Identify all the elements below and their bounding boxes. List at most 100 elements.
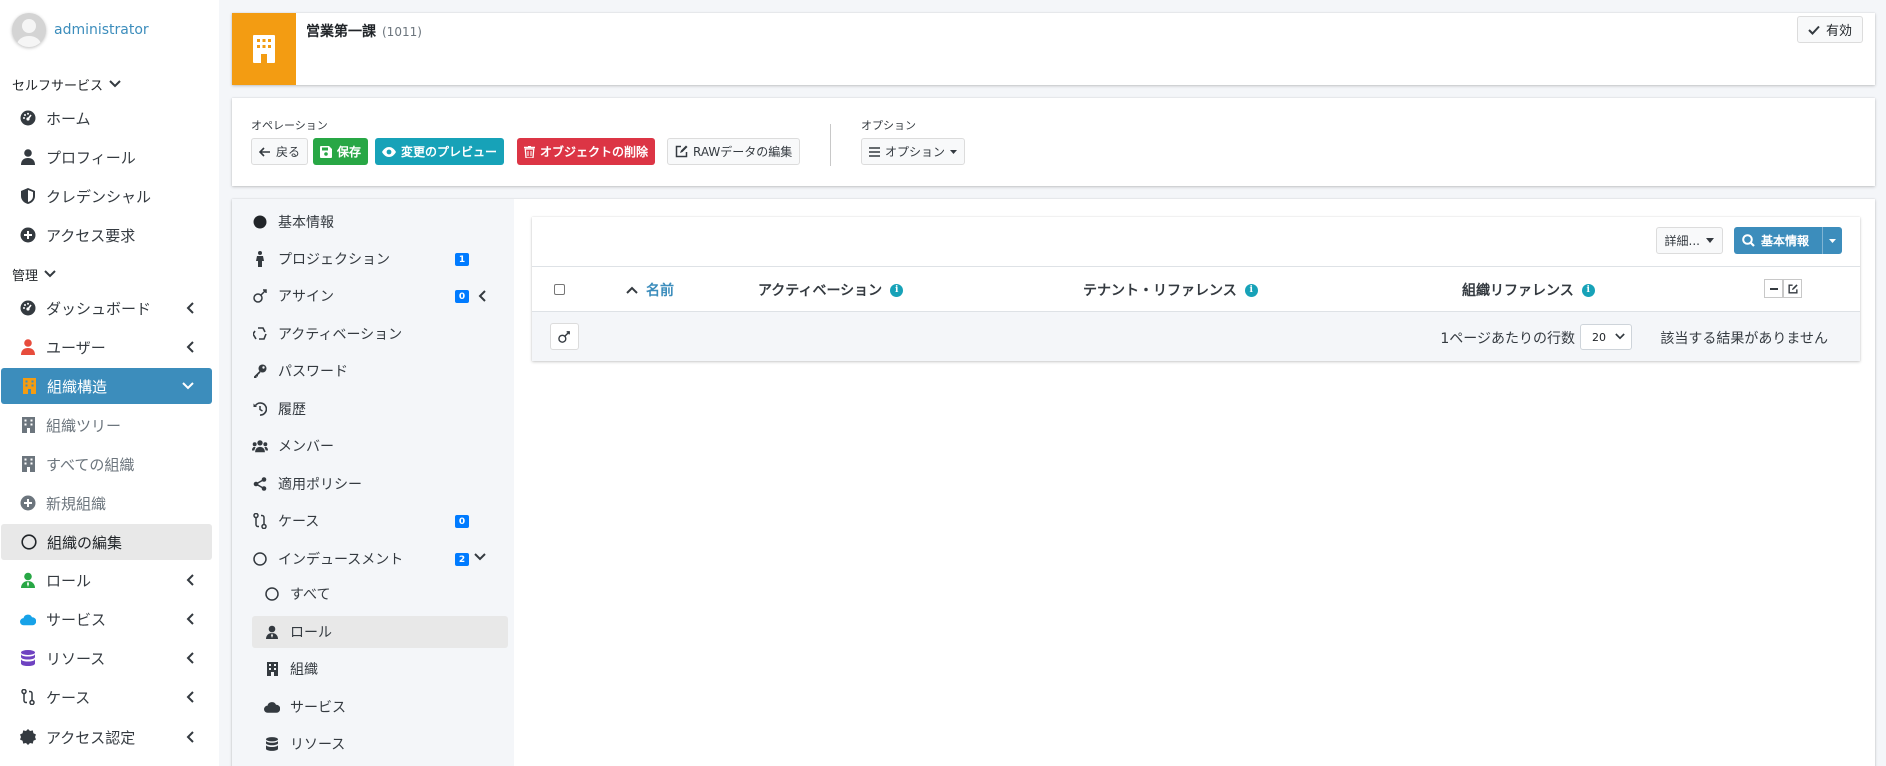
info-icon[interactable]: i bbox=[890, 283, 904, 297]
sidebar-item-all-orgs[interactable]: すべての組織 bbox=[0, 446, 212, 482]
table-footer: 1ページあたりの行数 20 該当する結果がありません bbox=[532, 312, 1860, 361]
plus-circle-icon bbox=[20, 495, 36, 511]
delete-object-button[interactable]: オブジェクトの削除 bbox=[517, 138, 656, 165]
users-icon bbox=[252, 438, 268, 454]
rows-per-page-value: 20 bbox=[1592, 330, 1606, 344]
back-button[interactable]: 戻る bbox=[251, 138, 309, 165]
column-header-label: テナント・リファレンス bbox=[1083, 283, 1237, 299]
sidebar-item-cases[interactable]: ケース bbox=[0, 679, 212, 715]
route-icon bbox=[252, 513, 268, 529]
sidebar-item-dashboard[interactable]: ダッシュボード bbox=[0, 290, 212, 326]
tab-projection[interactable]: プロジェクション 1 bbox=[252, 243, 492, 275]
sidebar-item-roles[interactable]: ロール bbox=[0, 562, 212, 598]
tab-applied-policies[interactable]: 適用ポリシー bbox=[252, 468, 492, 500]
search-icon bbox=[1742, 234, 1755, 247]
chevron-left-icon bbox=[186, 574, 194, 586]
assign-button[interactable] bbox=[550, 323, 579, 350]
save-button[interactable]: 保存 bbox=[313, 138, 369, 165]
sidebar-item-access-certification[interactable]: アクセス認定 bbox=[0, 719, 212, 755]
edit-raw-button[interactable]: RAWデータの編集 bbox=[667, 138, 801, 165]
delete-label: オブジェクトの削除 bbox=[540, 145, 649, 159]
caret-down-icon bbox=[1706, 238, 1714, 243]
column-org-reference[interactable]: 組織リファレンス i bbox=[1462, 280, 1595, 300]
preview-label: 変更のプレビュー bbox=[401, 145, 498, 159]
nav-header-selfservice[interactable]: セルフサービス bbox=[12, 74, 121, 94]
subtab-all[interactable]: すべて bbox=[264, 578, 492, 610]
header-actions bbox=[1764, 279, 1802, 298]
nav-header-admin[interactable]: 管理 bbox=[12, 264, 56, 284]
tab-label: 組織 bbox=[290, 662, 318, 678]
search-options-toggle[interactable] bbox=[1822, 227, 1842, 254]
circle-icon bbox=[264, 586, 280, 602]
sidebar-item-new-org[interactable]: 新規組織 bbox=[0, 485, 212, 521]
sidebar-item-profile[interactable]: プロフィール bbox=[0, 139, 212, 175]
tab-cases[interactable]: ケース 0 bbox=[252, 505, 492, 537]
user-plus-icon bbox=[252, 288, 268, 304]
select-all-checkbox[interactable] bbox=[554, 284, 565, 295]
detail-dropdown-button[interactable]: 詳細... bbox=[1655, 227, 1723, 254]
dashboard-gauge-icon bbox=[20, 300, 36, 316]
count-badge: 0 bbox=[455, 515, 469, 528]
tab-members[interactable]: メンバー bbox=[252, 430, 492, 462]
sidebar-item-resources[interactable]: リソース bbox=[0, 640, 212, 676]
subtab-roles[interactable]: ロール bbox=[252, 616, 508, 648]
no-results-text: 該当する結果がありません bbox=[1660, 331, 1828, 347]
circle-icon bbox=[252, 551, 268, 567]
user-name[interactable]: administrator bbox=[54, 22, 149, 38]
sidebar-item-edit-org[interactable]: 組織の編集 bbox=[1, 524, 212, 560]
column-activation[interactable]: アクティベーション i bbox=[758, 280, 904, 300]
dashboard-gauge-icon bbox=[20, 110, 36, 126]
column-tenant-reference[interactable]: テナント・リファレンス i bbox=[1083, 280, 1258, 300]
sidebar-item-label: 組織の編集 bbox=[47, 533, 123, 552]
column-name[interactable]: 名前 bbox=[626, 280, 674, 300]
org-code: (1011) bbox=[382, 25, 422, 39]
eye-icon bbox=[382, 146, 396, 157]
cloud-icon bbox=[20, 611, 36, 627]
check-icon bbox=[1808, 25, 1820, 35]
sidebar-item-access-request[interactable]: アクセス要求 bbox=[0, 217, 212, 253]
rows-per-page-select[interactable]: 20 bbox=[1580, 324, 1632, 350]
minus-button[interactable] bbox=[1764, 279, 1783, 298]
edit-icon bbox=[1787, 283, 1798, 294]
tab-label: インデュースメント bbox=[278, 552, 404, 568]
tab-history[interactable]: 履歴 bbox=[252, 393, 492, 425]
building-icon bbox=[20, 456, 36, 472]
info-icon[interactable]: i bbox=[1581, 283, 1595, 297]
inducement-table: 詳細... 基本情報 名前 アクティベーション i テナント・リファレンス i … bbox=[532, 217, 1860, 361]
sidebar-item-label: ユーザー bbox=[46, 338, 106, 357]
org-icon-box bbox=[232, 13, 296, 85]
sidebar-item-label: プロフィール bbox=[46, 148, 136, 167]
tab-label: 適用ポリシー bbox=[278, 477, 362, 493]
subtab-services[interactable]: サービス bbox=[264, 691, 492, 723]
tab-assignment[interactable]: アサイン 0 bbox=[252, 280, 492, 312]
sidebar-item-services[interactable]: サービス bbox=[0, 601, 212, 637]
search-button[interactable]: 基本情報 bbox=[1734, 227, 1842, 254]
options-dropdown-button[interactable]: オプション bbox=[861, 138, 966, 165]
info-icon[interactable]: i bbox=[1244, 283, 1258, 297]
status-button[interactable]: 有効 bbox=[1796, 16, 1863, 43]
tab-label: ケース bbox=[278, 514, 320, 530]
tab-inducements[interactable]: インデュースメント 2 bbox=[252, 543, 492, 575]
object-summary-card: 営業第一課 (1011) 有効 bbox=[232, 13, 1875, 85]
sidebar-item-credentials[interactable]: クレデンシャル bbox=[0, 178, 212, 214]
preview-changes-button[interactable]: 変更のプレビュー bbox=[375, 138, 505, 165]
sidebar-item-org-structure[interactable]: 組織構造 bbox=[1, 368, 212, 404]
sidebar-item-label: 組織ツリー bbox=[46, 416, 122, 435]
nav-header-label: セルフサービス bbox=[12, 78, 104, 94]
edit-columns-button[interactable] bbox=[1783, 279, 1802, 298]
subtab-resources[interactable]: リソース bbox=[264, 728, 492, 760]
operations-card: オペレーション 戻る 保存 変更のプレビュー オブジェクトの削除 RAWデータの… bbox=[232, 98, 1875, 186]
sidebar-item-home[interactable]: ホーム bbox=[0, 100, 212, 136]
chevron-down-icon bbox=[474, 553, 486, 561]
certificate-icon bbox=[20, 729, 36, 745]
sidebar-item-org-tree[interactable]: 組織ツリー bbox=[0, 407, 212, 443]
key-icon bbox=[252, 363, 268, 379]
tab-activation[interactable]: アクティベーション bbox=[252, 318, 492, 350]
tab-password[interactable]: パスワード bbox=[252, 355, 492, 387]
tab-basic[interactable]: 基本情報 bbox=[252, 206, 492, 238]
sidebar-item-users[interactable]: ユーザー bbox=[0, 329, 212, 365]
chevron-left-icon bbox=[186, 652, 194, 664]
circle-icon bbox=[21, 534, 37, 550]
user-panel[interactable]: administrator bbox=[12, 13, 149, 47]
subtab-orgs[interactable]: 組織 bbox=[264, 653, 492, 685]
